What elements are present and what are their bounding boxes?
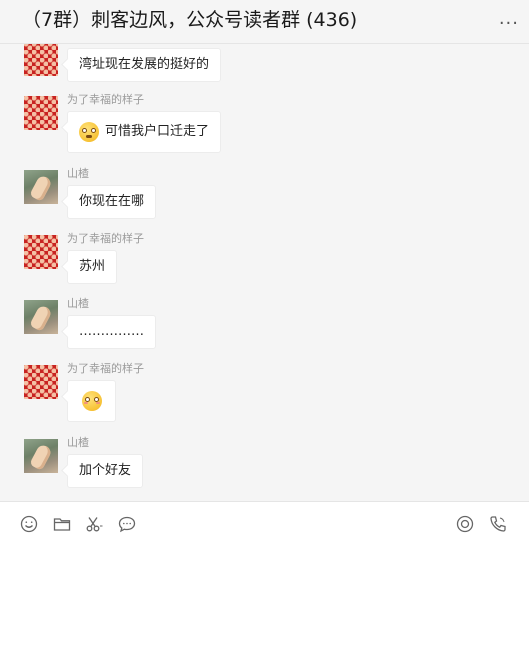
avatar[interactable] — [24, 235, 58, 269]
phone-icon[interactable] — [488, 514, 508, 534]
scissors-icon[interactable] — [84, 514, 104, 534]
sender-name: 为了幸福的样子 — [67, 362, 144, 375]
avatar[interactable] — [24, 365, 58, 399]
sender-name: 山楂 — [67, 436, 89, 449]
emoji-icon[interactable] — [19, 514, 39, 534]
message-bubble[interactable]: 加个好友 — [67, 454, 144, 488]
record-icon[interactable] — [455, 514, 475, 534]
message-text: 可惜我户口迁走了 — [105, 124, 210, 139]
message-text: 你现在在哪 — [79, 194, 145, 209]
message-bubble[interactable]: 可惜我户口迁走了 — [67, 111, 222, 153]
sender-name: 山楂 — [67, 297, 89, 310]
avatar[interactable] — [24, 300, 58, 334]
sender-name: 为了幸福的样子 — [67, 232, 144, 245]
title-bar: （7群）刺客边风，公众号读者群 (436) ... — [0, 0, 529, 44]
message-text: 湾址现在发展的挺好的 — [79, 57, 210, 72]
chat-title: （7群）刺客边风，公众号读者群 (436) — [22, 9, 358, 31]
message-bubble[interactable]: …………… — [67, 315, 156, 349]
message-bubble[interactable] — [67, 380, 116, 422]
message-input[interactable] — [0, 545, 529, 655]
folder-icon[interactable] — [52, 514, 72, 534]
input-toolbar — [0, 501, 529, 545]
avatar[interactable] — [24, 439, 58, 473]
message-bubble[interactable]: 你现在在哪 — [67, 185, 157, 219]
message-text: 加个好友 — [79, 463, 132, 478]
avatar[interactable] — [24, 44, 58, 76]
flushed-face-emoji-icon — [81, 391, 102, 411]
message-text: …………… — [79, 324, 144, 339]
avatar[interactable] — [24, 170, 58, 204]
message-text: 苏州 — [79, 259, 106, 274]
chat-history[interactable]: 湾址现在发展的挺好的 为了幸福的样子 可惜我户口迁走了 山楂 你现在在哪 为了幸… — [0, 44, 529, 501]
message-bubble[interactable]: 苏州 — [67, 250, 118, 284]
more-options-icon[interactable]: ... — [499, 10, 519, 28]
sender-name: 为了幸福的样子 — [67, 93, 144, 106]
chat-bubble-icon[interactable] — [117, 514, 137, 534]
crying-face-emoji-icon — [79, 122, 99, 142]
avatar[interactable] — [24, 96, 58, 130]
sender-name: 山楂 — [67, 167, 89, 180]
message-bubble[interactable]: 湾址现在发展的挺好的 — [67, 48, 222, 82]
